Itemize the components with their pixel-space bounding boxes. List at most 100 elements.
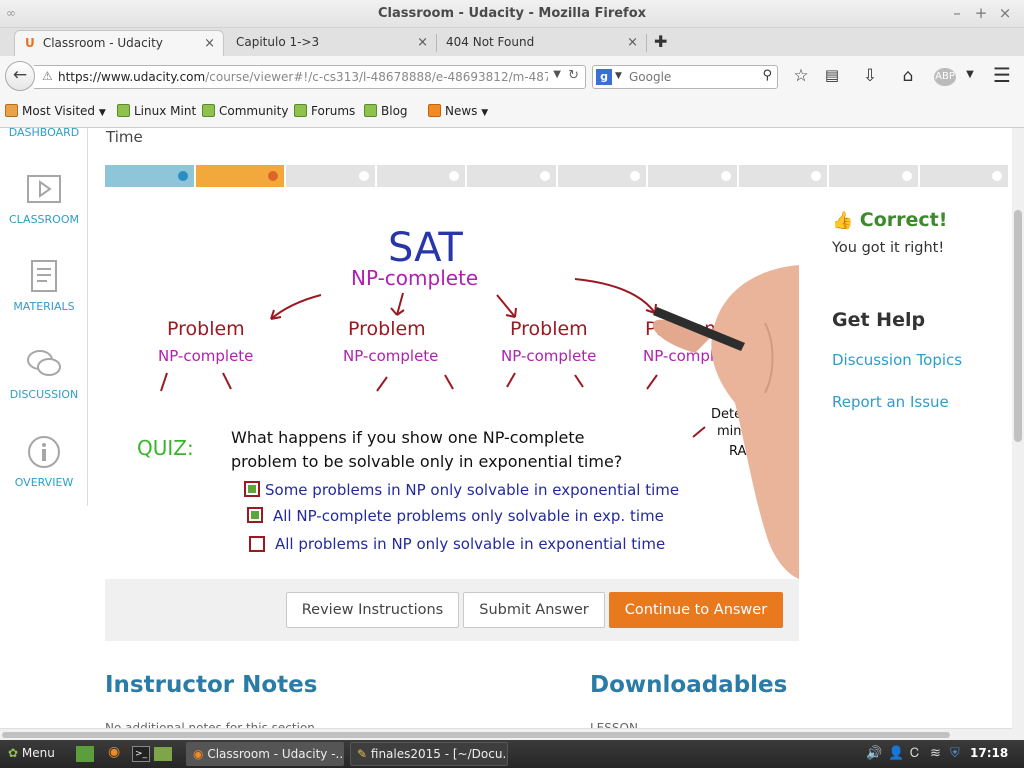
bookmark-blog[interactable]: Blog	[364, 104, 408, 118]
user-icon[interactable]: 👤	[888, 746, 904, 761]
lesson-video[interactable]: SAT NP-complete Problem Problem Problem …	[105, 203, 799, 579]
adblock-icon[interactable]: ABP	[934, 68, 956, 86]
materials-icon	[31, 260, 57, 292]
close-tab-icon[interactable]: ×	[204, 36, 215, 51]
submit-answer-button[interactable]: Submit Answer	[463, 592, 605, 628]
bookmark-forums[interactable]: Forums	[294, 104, 355, 118]
tab-capitulo[interactable]: Capitulo 1->3 ×	[226, 30, 436, 56]
classroom-icon	[27, 175, 61, 203]
files-launcher-icon[interactable]	[154, 747, 172, 761]
tab-label: Capitulo 1->3	[236, 35, 320, 49]
progress-segment[interactable]	[648, 165, 737, 187]
nav-materials[interactable]: MATERIALS	[0, 259, 88, 313]
wb-option-1: Some problems in NP only solvable in exp…	[265, 481, 679, 499]
bookmark-most-visited[interactable]: Most Visited ▼	[5, 104, 106, 118]
review-instructions-button[interactable]: Review Instructions	[286, 592, 459, 628]
report-issue-link[interactable]: Report an Issue	[832, 393, 949, 411]
nav-dashboard[interactable]: DASHBOARD	[0, 128, 88, 139]
bookmark-star-icon[interactable]: ☆	[789, 66, 813, 86]
whiteboard-drawing: SAT NP-complete Problem Problem Problem …	[137, 225, 799, 579]
discussion-topics-link[interactable]: Discussion Topics	[832, 351, 962, 369]
editor-icon: ✎	[357, 747, 368, 761]
maximize-icon[interactable]: +	[972, 4, 990, 22]
home-icon[interactable]: ⌂	[896, 66, 920, 86]
answer-bar: Review Instructions Submit Answer Contin…	[105, 579, 799, 641]
wb-option-2: All NP-complete problems only solvable i…	[273, 507, 664, 525]
tab-classroom[interactable]: U Classroom - Udacity ×	[14, 30, 224, 56]
tab-separator	[646, 34, 647, 52]
progress-segment[interactable]	[195, 165, 284, 187]
download-icon[interactable]: ⇩	[858, 66, 882, 86]
wb-np-1: NP-complete	[158, 347, 253, 365]
continue-to-answer-button[interactable]: Continue to Answer	[609, 592, 783, 628]
minimize-icon[interactable]: –	[948, 4, 966, 22]
close-window-icon[interactable]: ×	[996, 4, 1014, 22]
horizontal-scroll-thumb[interactable]	[2, 732, 950, 738]
tab-label: 404 Not Found	[446, 35, 535, 49]
bookmark-news[interactable]: News ▼	[428, 104, 488, 118]
get-help-heading: Get Help	[832, 309, 926, 331]
adblock-dropdown-icon[interactable]: ▼	[958, 69, 982, 80]
mint-icon	[202, 104, 215, 117]
terminal-launcher-icon[interactable]: >_	[132, 746, 150, 762]
progress-dot	[539, 171, 550, 181]
progress-segment[interactable]	[829, 165, 918, 187]
lesson-progress-bar	[105, 165, 1010, 187]
window-title: Classroom - Udacity - Mozilla Firefox	[377, 6, 647, 21]
tab-bar: U Classroom - Udacity × Capitulo 1->3 × …	[0, 28, 1024, 56]
volume-icon[interactable]: 🔊	[866, 746, 882, 761]
progress-segment[interactable]	[557, 165, 646, 187]
reload-icon[interactable]: ↻	[568, 68, 579, 83]
new-tab-icon[interactable]: ✚	[654, 32, 667, 51]
nav-discussion[interactable]: DISCUSSION	[0, 347, 88, 401]
search-engine-dropdown-icon[interactable]: ▼	[615, 71, 622, 81]
vertical-scrollbar[interactable]	[1012, 128, 1024, 740]
progress-segment[interactable]	[738, 165, 827, 187]
progress-dot	[177, 171, 188, 181]
progress-segment[interactable]	[919, 165, 1008, 187]
url-text[interactable]: https://www.udacity.com/course/viewer#!/…	[58, 70, 548, 84]
window-titlebar: ∞ Classroom - Udacity - Mozilla Firefox …	[0, 0, 1024, 28]
start-menu-button[interactable]: ✿ Menu	[8, 746, 55, 760]
taskbar-window-classroom[interactable]: ◉ Classroom - Udacity -...	[186, 742, 344, 766]
bookmarks-bar: Most Visited ▼ Linux Mint Community Foru…	[0, 96, 1024, 128]
progress-dot	[268, 171, 278, 181]
nav-overview[interactable]: OVERVIEW	[0, 435, 88, 489]
vertical-scroll-thumb[interactable]	[1014, 210, 1022, 442]
warning-icon[interactable]: ⚠	[42, 69, 53, 83]
wb-np-3: NP-complete	[501, 347, 596, 365]
back-button[interactable]: ←	[5, 61, 35, 91]
wb-quiz-label: QUIZ:	[137, 436, 194, 460]
bluetooth-icon[interactable]: Ꮯ	[910, 746, 919, 761]
reading-list-icon[interactable]: ▤	[820, 66, 844, 84]
progress-dot	[992, 171, 1002, 181]
nav-classroom[interactable]: CLASSROOM	[0, 172, 88, 226]
taskbar-window-finales[interactable]: ✎ finales2015 - [~/Docu...	[350, 742, 508, 766]
shield-icon[interactable]: ⛨	[950, 746, 960, 761]
url-dropdown-icon[interactable]: ▼	[553, 69, 561, 80]
progress-segment[interactable]	[105, 165, 194, 187]
url-bar[interactable]: ⚠ https://www.udacity.com/course/viewer#…	[34, 65, 586, 89]
bookmark-community[interactable]: Community	[202, 104, 288, 118]
close-tab-icon[interactable]: ×	[417, 35, 428, 50]
search-icon[interactable]: ⚲	[762, 68, 772, 83]
search-input[interactable]	[629, 68, 749, 86]
rss-icon	[428, 104, 441, 117]
folder-icon	[5, 104, 18, 117]
mint-menu-icon: ✿	[8, 746, 19, 760]
show-desktop-icon[interactable]	[76, 746, 94, 762]
progress-segment[interactable]	[467, 165, 556, 187]
discussion-icon	[27, 350, 61, 376]
close-tab-icon[interactable]: ×	[627, 35, 638, 50]
google-icon[interactable]: g	[596, 69, 612, 85]
correct-heading: 👍 Correct!	[832, 209, 948, 231]
tab-404[interactable]: 404 Not Found ×	[436, 30, 646, 56]
wifi-icon[interactable]: ≋	[930, 746, 941, 761]
horizontal-scrollbar[interactable]	[0, 728, 1012, 740]
bookmark-linux-mint[interactable]: Linux Mint	[117, 104, 196, 118]
search-box[interactable]: g ▼ ⚲	[592, 65, 778, 89]
firefox-launcher-icon[interactable]: ◉	[108, 744, 120, 760]
menu-icon[interactable]: ☰	[990, 63, 1014, 87]
progress-segment[interactable]	[376, 165, 465, 187]
progress-segment[interactable]	[286, 165, 375, 187]
